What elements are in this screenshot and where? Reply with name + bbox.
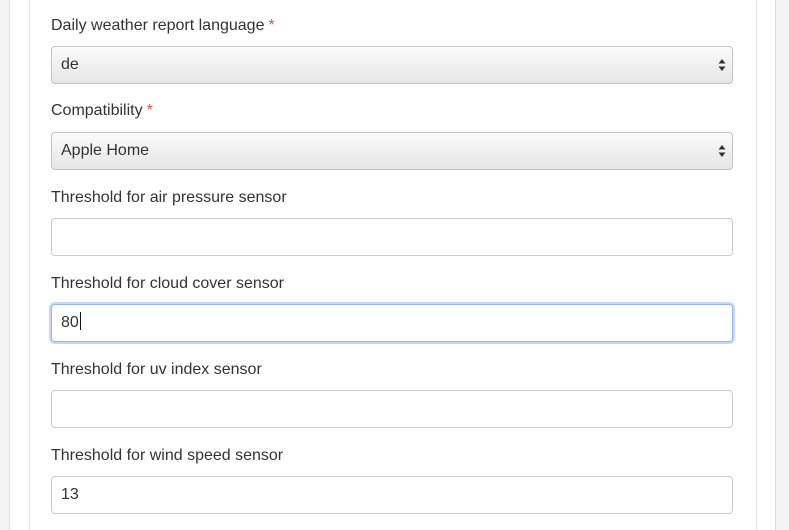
text-cursor	[79, 312, 81, 331]
cloud-cover-input[interactable]: 80	[51, 304, 733, 342]
select-updown-arrows-icon	[718, 59, 726, 71]
language-field: Daily weather report language * de	[51, 16, 733, 84]
compatibility-label-text: Compatibility	[51, 102, 143, 119]
uv-index-input[interactable]	[51, 390, 733, 428]
language-label: Daily weather report language *	[51, 16, 733, 36]
uv-index-field: Threshold for uv index sensor	[51, 360, 733, 428]
compatibility-field: Compatibility * Apple Home	[51, 101, 733, 170]
required-mark: *	[146, 102, 153, 119]
cloud-cover-input-value: 80	[61, 314, 79, 331]
uv-index-label: Threshold for uv index sensor	[51, 361, 262, 378]
compatibility-label: Compatibility *	[51, 101, 733, 121]
air-pressure-input[interactable]	[51, 218, 733, 256]
wind-speed-input[interactable]: 13	[51, 476, 733, 514]
language-select-value: de	[61, 56, 79, 73]
air-pressure-field: Threshold for air pressure sensor	[51, 188, 733, 256]
cloud-cover-field: Threshold for cloud cover sensor 80	[51, 274, 733, 342]
language-label-text: Daily weather report language	[51, 17, 265, 34]
wind-speed-field: Threshold for wind speed sensor 13	[51, 446, 733, 514]
required-mark: *	[268, 17, 275, 34]
language-select[interactable]: de	[51, 46, 733, 84]
compatibility-select[interactable]: Apple Home	[51, 132, 733, 170]
select-updown-arrows-icon	[718, 145, 726, 157]
wind-speed-input-value: 13	[61, 486, 79, 503]
wind-speed-label: Threshold for wind speed sensor	[51, 447, 284, 464]
air-pressure-label: Threshold for air pressure sensor	[51, 189, 287, 206]
compatibility-select-value: Apple Home	[61, 142, 150, 159]
cloud-cover-label: Threshold for cloud cover sensor	[51, 275, 284, 292]
